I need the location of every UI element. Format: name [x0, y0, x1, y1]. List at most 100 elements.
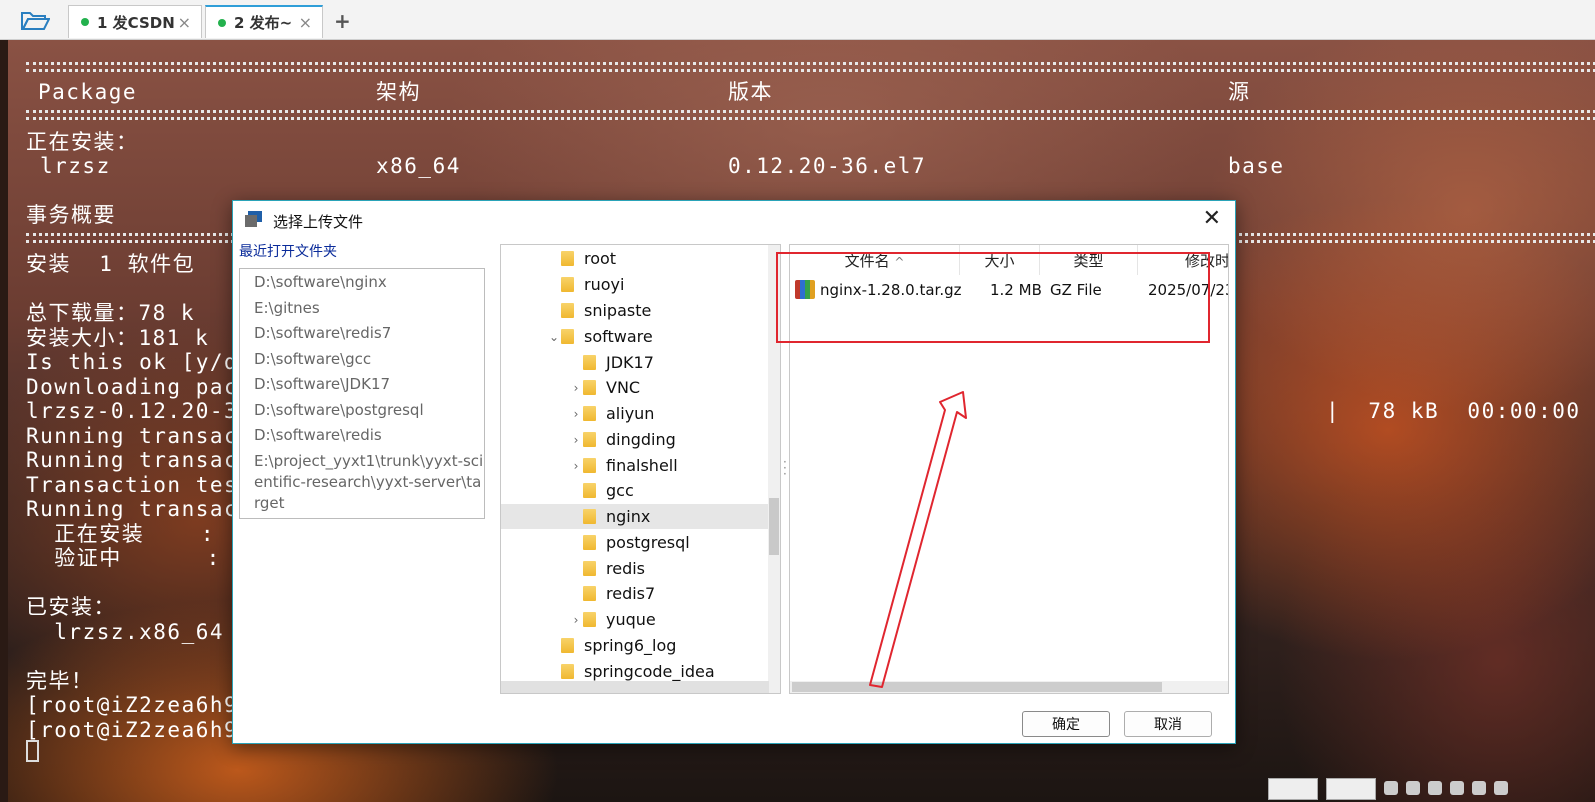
folder-icon	[583, 509, 596, 524]
tree-item[interactable]: › aliyun	[501, 401, 780, 426]
window-icon	[245, 211, 262, 227]
folder-icon	[561, 664, 574, 679]
toolbar-icon[interactable]	[1406, 781, 1420, 795]
term-line: 安装 1 软件包	[26, 252, 196, 276]
annotation-highlight-box	[776, 252, 1210, 343]
term-line: 安装大小：181 k	[26, 326, 210, 350]
tree-expander[interactable]: ›	[569, 613, 583, 627]
recent-folder-item[interactable]: D:\software\gcc	[240, 349, 484, 370]
toolbar-icon[interactable]	[1494, 781, 1508, 795]
term-line: lrzsz.x86_64 (	[26, 620, 253, 644]
gear-icon[interactable]	[1472, 781, 1486, 795]
recent-folders-title: 最近打开文件夹	[239, 244, 337, 260]
tree-item[interactable]: › VNC	[501, 375, 780, 400]
folder-icon	[583, 406, 596, 421]
folder-open-icon[interactable]	[20, 9, 50, 31]
term-line: 正在安装 :	[26, 522, 216, 546]
ok-button[interactable]: 确定	[1022, 711, 1110, 737]
tree-item[interactable]: JDK17	[501, 350, 780, 375]
folder-icon	[583, 561, 596, 576]
bottom-button[interactable]	[1268, 778, 1318, 800]
recent-folder-item[interactable]: D:\software\redis	[240, 425, 484, 446]
tree-item-label: spring6_log	[584, 636, 677, 655]
folder-icon	[561, 251, 574, 266]
recent-folder-item[interactable]: E:\gitnes	[240, 298, 484, 319]
header-package: Package	[38, 80, 138, 104]
tree-expander[interactable]: ›	[569, 381, 583, 395]
tab-1[interactable]: 1 发CSDN ×	[68, 5, 202, 38]
tree-item[interactable]: ruoyi	[501, 272, 780, 297]
add-tab-button[interactable]: +	[334, 9, 351, 33]
tree-item[interactable]: gcc	[501, 478, 780, 503]
header-arch: 架构	[376, 80, 421, 104]
tab-close-icon[interactable]: ×	[178, 13, 191, 32]
recent-folder-item[interactable]: D:\software\postgresql	[240, 400, 484, 421]
tree-item-label: dingding	[606, 430, 676, 449]
search-icon[interactable]	[1450, 781, 1464, 795]
recent-folder-item[interactable]: E:\project_yyxt1\trunk\yyxt-scientific-r…	[240, 451, 484, 514]
tree-item-label: software	[584, 327, 653, 346]
separator-line	[26, 110, 1595, 120]
tree-item-label: ruoyi	[584, 275, 625, 294]
tree-item[interactable]: ⌄ software	[501, 324, 780, 349]
tree-expander[interactable]: ⌄	[547, 330, 561, 344]
folder-icon	[583, 432, 596, 447]
tree-item[interactable]: root	[501, 246, 780, 271]
scrollbar-thumb[interactable]	[769, 498, 779, 555]
header-repo: 源	[1228, 80, 1251, 104]
tree-item[interactable]: postgresql	[501, 530, 780, 555]
tree-item-label: gcc	[606, 481, 634, 500]
term-line: 完毕！	[26, 669, 94, 693]
tree-item-label: root	[584, 249, 617, 268]
folder-tree: root ruoyi snipaste ⌄ software JDK17 › V…	[500, 244, 781, 694]
term-line: 总下载量：78 k	[26, 301, 196, 325]
tree-item-label: finalshell	[606, 456, 678, 475]
package-arch: x86_64	[376, 154, 461, 178]
scrollbar-thumb[interactable]	[792, 682, 1162, 692]
tree-item[interactable]: spring6_log	[501, 633, 780, 658]
tree-item-label: snipaste	[584, 301, 652, 320]
recent-folder-item[interactable]: D:\software\redis7	[240, 323, 484, 344]
folder-icon	[561, 303, 574, 318]
recent-folder-item[interactable]: D:\software\nginx	[240, 272, 484, 293]
tab-close-icon[interactable]: ×	[299, 13, 312, 32]
tree-item[interactable]: › dingding	[501, 427, 780, 452]
cancel-button[interactable]: 取消	[1124, 711, 1212, 737]
tree-item-label: nginx	[606, 507, 651, 526]
recent-folder-item[interactable]: D:\software\JDK17	[240, 374, 484, 395]
term-line: Running transac	[26, 497, 239, 521]
tab-label: 1 发CSDN	[97, 13, 175, 32]
installing-label: 正在安装：	[26, 130, 139, 154]
pane-splitter[interactable]: · · ·	[783, 456, 788, 480]
status-dot	[218, 18, 226, 27]
tree-item-label: JDK17	[606, 353, 654, 372]
tree-item-selected[interactable]: nginx	[501, 504, 780, 529]
tree-item[interactable]: › yuque	[501, 607, 780, 632]
terminal-cursor	[26, 740, 39, 762]
prompt-line: [root@iZ2zea6h9	[26, 718, 239, 742]
tree-expander[interactable]: ›	[569, 459, 583, 473]
toolbar-icon[interactable]	[1384, 781, 1398, 795]
term-line: Is this ok [y/d	[26, 350, 239, 374]
tree-expander[interactable]: ›	[569, 407, 583, 421]
tree-horizontal-scrollbar[interactable]	[501, 681, 769, 693]
bottom-button[interactable]	[1326, 778, 1376, 800]
tree-item[interactable]: redis	[501, 556, 780, 581]
tree-item[interactable]: snipaste	[501, 298, 780, 323]
file-horizontal-scrollbar[interactable]	[790, 681, 1228, 693]
tree-expander[interactable]: ›	[569, 433, 583, 447]
tree-item[interactable]: redis7	[501, 581, 780, 606]
tree-item-label: yuque	[606, 610, 656, 629]
tree-item[interactable]: › finalshell	[501, 453, 780, 478]
term-line: 验证中 :	[26, 546, 221, 570]
bottom-toolbar	[1268, 778, 1508, 802]
tab-2[interactable]: 2 发布~ ×	[205, 5, 323, 38]
folder-icon	[583, 535, 596, 550]
folder-icon	[583, 586, 596, 601]
header-version: 版本	[728, 80, 773, 104]
toolbar-icon[interactable]	[1428, 781, 1442, 795]
tree-item-label: postgresql	[606, 533, 690, 552]
term-line: Downloading pac	[26, 375, 239, 399]
package-version: 0.12.20-36.el7	[728, 154, 927, 178]
close-icon[interactable]: ✕	[1203, 207, 1221, 231]
